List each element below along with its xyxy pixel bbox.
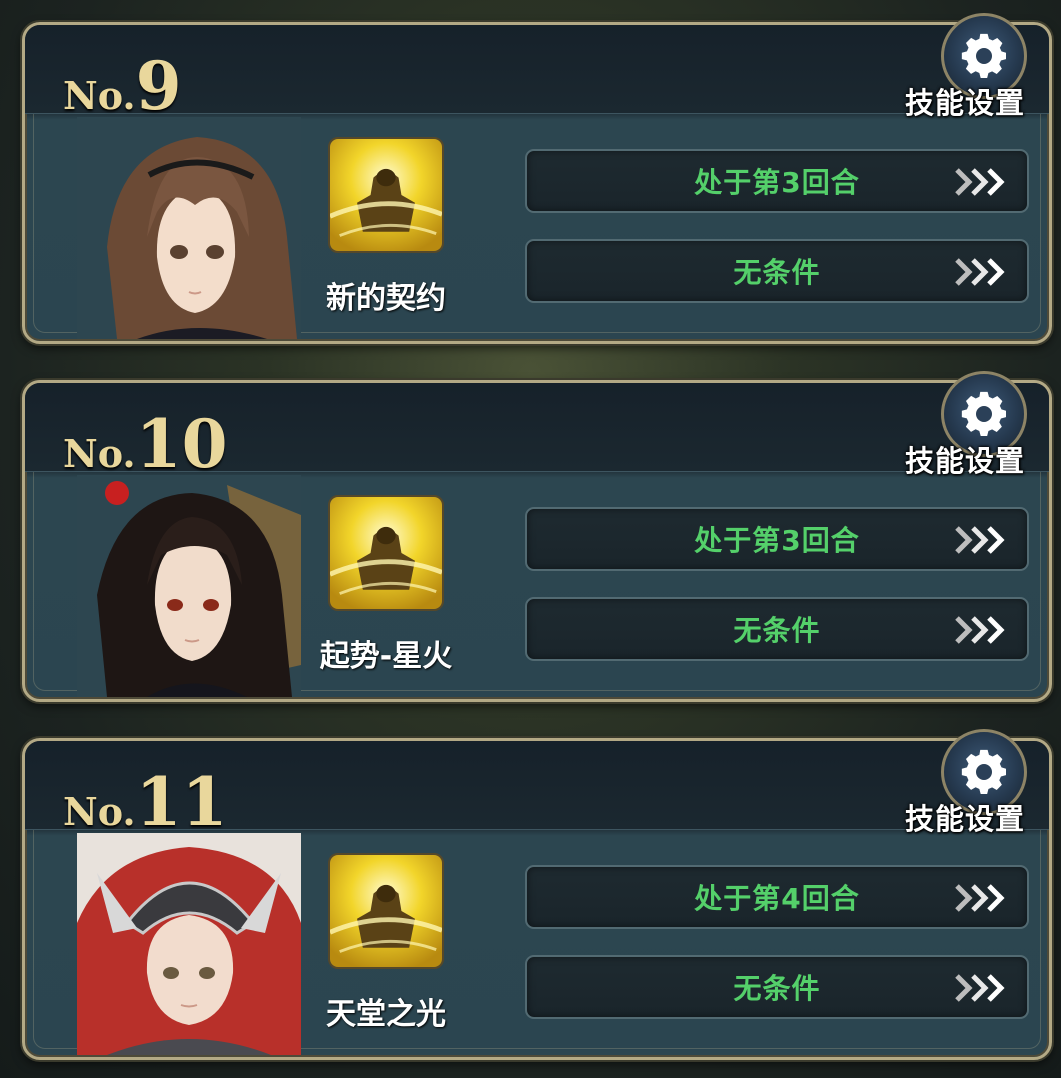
card-number: No.10 (63, 405, 228, 483)
skill-name: 起势-星火 (319, 639, 453, 674)
triple-chevron-right-icon (955, 526, 1005, 554)
skill-name: 天堂之光 (326, 997, 446, 1032)
condition-text: 处于第4回合 (694, 882, 860, 915)
triple-chevron-right-icon (955, 616, 1005, 644)
triple-chevron-right-icon (955, 168, 1005, 196)
condition-text: 无条件 (733, 972, 821, 1005)
character-portrait[interactable] (77, 833, 301, 1055)
gear-icon (961, 33, 1006, 78)
golden-warrior-skill-icon (330, 497, 442, 609)
condition-row-1[interactable]: 处于第3回合 (525, 149, 1029, 213)
condition-text: 处于第3回合 (694, 524, 860, 557)
skill-card-11: No.11 技能设置 天堂之光 处于第4回合 无条件 (22, 729, 1052, 1060)
skill-settings-label: 技能设置 (904, 444, 1025, 478)
condition-row-2[interactable]: 无条件 (525, 955, 1029, 1019)
condition-row-1[interactable]: 处于第4回合 (525, 865, 1029, 929)
triple-chevron-right-icon (955, 884, 1005, 912)
skill-settings-label: 技能设置 (904, 86, 1025, 120)
condition-text: 无条件 (733, 614, 821, 647)
triple-chevron-right-icon (955, 258, 1005, 286)
card-number: No.9 (63, 47, 182, 125)
condition-row-2[interactable]: 无条件 (525, 239, 1029, 303)
character-portrait[interactable] (77, 117, 301, 339)
character-brown-hair-portrait (77, 117, 301, 339)
skill-card-10: No.10 技能设置 起势-星火 处于第3回合 无条件 (22, 371, 1052, 702)
skill-icon[interactable] (328, 495, 444, 611)
golden-warrior-skill-icon (330, 855, 442, 967)
character-portrait[interactable] (77, 475, 301, 697)
condition-text: 处于第3回合 (694, 166, 860, 199)
character-red-hair-helmet-portrait (77, 833, 301, 1055)
condition-text: 无条件 (733, 256, 821, 289)
character-black-hair-portrait (77, 475, 301, 697)
condition-row-1[interactable]: 处于第3回合 (525, 507, 1029, 571)
gear-icon (961, 391, 1006, 436)
skill-settings-label: 技能设置 (904, 802, 1025, 836)
condition-row-2[interactable]: 无条件 (525, 597, 1029, 661)
golden-warrior-skill-icon (330, 139, 442, 251)
card-number: No.11 (63, 763, 228, 841)
skill-icon[interactable] (328, 853, 444, 969)
skill-icon[interactable] (328, 137, 444, 253)
gear-icon (961, 749, 1006, 794)
skill-card-9: No.9 技能设置 新的契约 处于第3回合 无条件 (22, 13, 1052, 344)
skill-name: 新的契约 (326, 281, 446, 316)
triple-chevron-right-icon (955, 974, 1005, 1002)
